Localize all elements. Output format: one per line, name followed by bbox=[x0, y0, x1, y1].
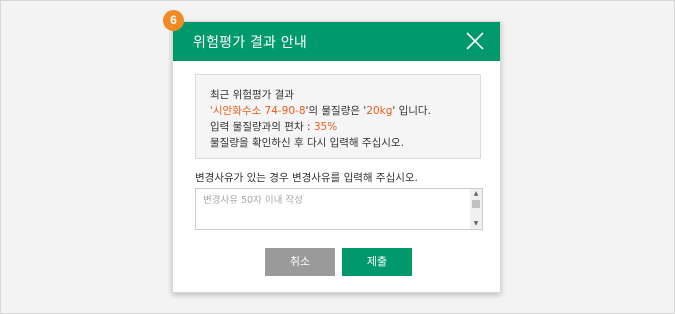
result-info-box: 최근 위험평가 결과 '시안화수소 74-90-8'의 물질량은 '20kg' … bbox=[195, 74, 481, 159]
reason-textarea-wrapper: ▲ ▼ bbox=[195, 188, 483, 230]
deviation-value: 35% bbox=[313, 121, 338, 133]
info-line-4: 물질량을 확인하신 후 다시 입력해 주십시오. bbox=[210, 137, 404, 149]
deviation-label: 입력 물질량과의 편차 : bbox=[210, 121, 314, 133]
close-icon[interactable] bbox=[466, 32, 484, 50]
textarea-scrollbar[interactable]: ▲ ▼ bbox=[470, 189, 482, 229]
dialog-header: 위험평가 결과 안내 bbox=[173, 22, 500, 61]
scroll-down-icon[interactable]: ▼ bbox=[470, 219, 482, 229]
info-line-3: 입력 물질량과의 편차 : 35% bbox=[210, 119, 480, 135]
info-line-2-mid: '의 물질량은 ' bbox=[305, 105, 367, 117]
material-amount: 20kg bbox=[366, 105, 393, 117]
scroll-thumb[interactable] bbox=[472, 200, 480, 208]
info-line-2-end: ' 입니다. bbox=[392, 105, 431, 117]
step-number-badge: 6 bbox=[163, 10, 184, 31]
reason-label: 변경사유가 있는 경우 변경사유를 입력해 주십시오. bbox=[195, 172, 418, 184]
info-line-1: 최근 위험평가 결과 bbox=[210, 89, 294, 101]
info-line-2: '시안화수소 74-90-8'의 물질량은 '20kg' 입니다. bbox=[210, 103, 480, 119]
scroll-up-icon[interactable]: ▲ bbox=[470, 189, 482, 199]
dialog-title: 위험평가 결과 안내 bbox=[193, 35, 307, 51]
material-name: 시안화수소 74-90-8 bbox=[212, 105, 306, 117]
submit-button[interactable]: 제출 bbox=[342, 248, 412, 276]
cancel-button[interactable]: 취소 bbox=[265, 248, 335, 276]
reason-textarea[interactable] bbox=[196, 189, 470, 229]
risk-assessment-dialog: 위험평가 결과 안내 최근 위험평가 결과 '시안화수소 74-90-8'의 물… bbox=[172, 21, 501, 293]
